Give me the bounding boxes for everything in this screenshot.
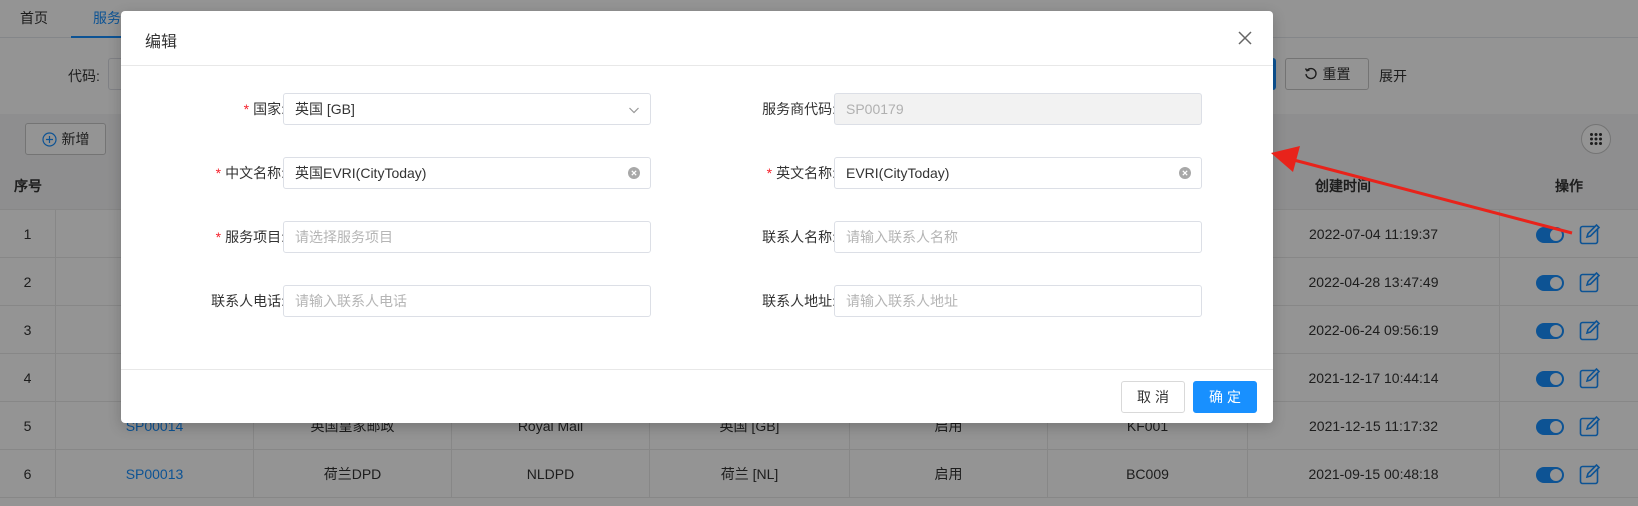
provider-code-label: 服务商代码: bbox=[762, 101, 836, 117]
service-item-input[interactable] bbox=[284, 222, 650, 252]
contact-address-field[interactable] bbox=[834, 285, 1202, 317]
required-mark: * bbox=[243, 101, 250, 117]
contact-name-input[interactable] bbox=[835, 222, 1201, 252]
cn-name-field[interactable] bbox=[283, 157, 651, 189]
country-select[interactable]: 英国 [GB] bbox=[283, 93, 651, 125]
service-item-select[interactable] bbox=[283, 221, 651, 253]
edit-dialog: 编辑 *国家: 英国 [GB] 服务商代码: *中文名称: *英文名称: *服务… bbox=[121, 11, 1273, 423]
service-item-label: * 服务项目: bbox=[215, 229, 285, 245]
contact-address-label: 联系人地址: bbox=[762, 293, 836, 309]
contact-phone-label: 联系人电话: bbox=[211, 293, 285, 309]
contact-name-label: 联系人名称: bbox=[762, 229, 836, 245]
contact-phone-input[interactable] bbox=[284, 286, 650, 316]
dialog-footer: 取消 确定 bbox=[121, 369, 1273, 423]
country-label: * 国家: bbox=[243, 101, 285, 117]
confirm-button[interactable]: 确定 bbox=[1193, 381, 1257, 413]
cn-name-label: * 中文名称: bbox=[215, 165, 285, 181]
required-mark: * bbox=[215, 165, 222, 181]
required-mark: * bbox=[766, 165, 773, 181]
en-name-field[interactable] bbox=[834, 157, 1202, 189]
dialog-form: *国家: 英国 [GB] 服务商代码: *中文名称: *英文名称: *服务项目:… bbox=[121, 66, 1273, 380]
clear-icon[interactable] bbox=[628, 167, 640, 179]
contact-name-field[interactable] bbox=[834, 221, 1202, 253]
contact-phone-field[interactable] bbox=[283, 285, 651, 317]
cancel-button[interactable]: 取消 bbox=[1121, 381, 1185, 413]
country-select-value: 英国 [GB] bbox=[295, 101, 355, 117]
dialog-title: 编辑 bbox=[145, 34, 178, 51]
required-mark: * bbox=[215, 229, 222, 245]
contact-address-input[interactable] bbox=[835, 286, 1201, 316]
dialog-header: 编辑 bbox=[121, 11, 1273, 66]
cn-name-input[interactable] bbox=[284, 158, 650, 188]
en-name-input[interactable] bbox=[835, 158, 1201, 188]
close-icon[interactable] bbox=[1235, 28, 1255, 48]
clear-icon[interactable] bbox=[1179, 167, 1191, 179]
en-name-label: * 英文名称: bbox=[766, 165, 836, 181]
chevron-down-icon bbox=[629, 107, 639, 114]
provider-code-input bbox=[835, 94, 1201, 124]
provider-code-field bbox=[834, 93, 1202, 125]
